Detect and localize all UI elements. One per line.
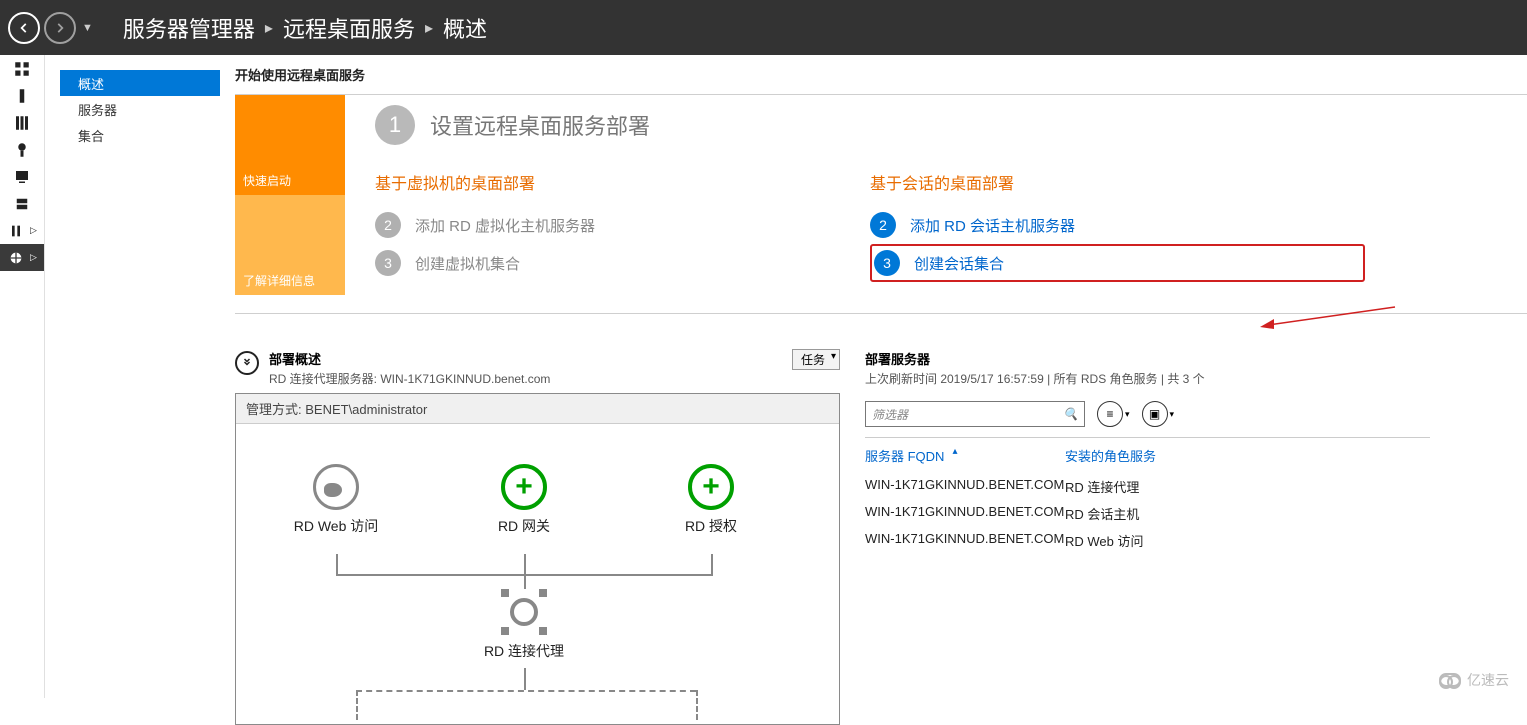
sidenav-overview[interactable]: 概述 [60, 70, 220, 96]
servers-box-title: 部署服务器 [865, 349, 1205, 368]
sidenav-collections[interactable]: 集合 [60, 122, 220, 148]
rail-dashboard-icon[interactable] [0, 55, 44, 82]
table-row[interactable]: WIN-1K71GKINNUD.BENET.COMRD 连接代理 [865, 473, 1430, 500]
tile-learnmore[interactable]: 了解详细信息 [235, 195, 345, 295]
overview-box-title: 部署概述 [269, 349, 550, 368]
filter-placeholder: 筛选器 [872, 406, 908, 423]
rail-nps-icon[interactable]: ▷ [0, 217, 44, 244]
node-rd-web[interactable]: RD Web 访问 [266, 464, 406, 536]
tile-quickstart[interactable]: 快速启动 [235, 95, 345, 195]
rail-all-servers-icon[interactable] [0, 109, 44, 136]
rail-adcs-icon[interactable] [0, 136, 44, 163]
breadcrumb-part1[interactable]: 服务器管理器 [123, 12, 255, 44]
deploy-heading: 设置远程桌面服务部署 [430, 109, 650, 141]
session-deploy-title: 基于会话的桌面部署 [870, 170, 1365, 194]
node-rd-broker[interactable]: RD 连接代理 [454, 589, 594, 661]
col-fqdn[interactable]: 服务器 FQDN [865, 446, 1065, 465]
tasks-dropdown[interactable]: 任务 [792, 349, 840, 370]
side-nav: 概述 服务器 集合 [60, 70, 220, 148]
deployment-overview-box: 部署概述 RD 连接代理服务器: WIN-1K71GKINNUD.benet.c… [235, 349, 840, 725]
table-row[interactable]: WIN-1K71GKINNUD.BENET.COMRD 会话主机 [865, 500, 1430, 527]
main-content: 开始使用远程桌面服务 快速启动 了解详细信息 1 设置远程桌面服务部署 基于虚拟… [235, 65, 1527, 698]
chevron-right-icon: ▸ [425, 18, 433, 38]
titlebar: ▼ 服务器管理器 ▸ 远程桌面服务 ▸ 概述 [0, 0, 1527, 55]
breadcrumb: 服务器管理器 ▸ 远程桌面服务 ▸ 概述 [123, 12, 487, 44]
sidenav-servers[interactable]: 服务器 [60, 96, 220, 122]
plus-icon: + [501, 464, 547, 510]
left-rail: ▷ ▷ [0, 55, 45, 698]
session-step-2[interactable]: 2添加 RD 会话主机服务器 [870, 206, 1365, 244]
session-step-3[interactable]: 3创建会话集合 [870, 244, 1365, 282]
rail-file-icon[interactable] [0, 190, 44, 217]
collapse-icon[interactable] [235, 351, 259, 375]
view-options-icon[interactable]: ≡ [1097, 401, 1123, 427]
nav-dropdown-icon[interactable]: ▼ [82, 22, 93, 34]
watermark-logo-icon [1439, 673, 1461, 687]
step-1-badge: 1 [375, 105, 415, 145]
watermark: 亿速云 [1439, 670, 1509, 690]
rail-rds-icon[interactable]: ▷ [0, 244, 44, 271]
vm-step-2: 2添加 RD 虚拟化主机服务器 [375, 206, 870, 244]
node-rd-gateway[interactable]: +RD 网关 [454, 464, 594, 536]
globe-icon [313, 464, 359, 510]
node-rd-license[interactable]: +RD 授权 [641, 464, 781, 536]
broker-icon [501, 589, 547, 635]
servers-table: 服务器 FQDN 安装的角色服务 WIN-1K71GKINNUD.BENET.C… [865, 437, 1430, 554]
nav-forward-button [44, 12, 76, 44]
getting-started-panel: 快速启动 了解详细信息 1 设置远程桌面服务部署 基于虚拟机的桌面部署 2添加 … [235, 94, 1527, 314]
vm-step-3: 3创建虚拟机集合 [375, 244, 870, 282]
col-role[interactable]: 安装的角色服务 [1065, 446, 1156, 465]
vm-deploy-title: 基于虚拟机的桌面部署 [375, 170, 870, 194]
chevron-right-icon: ▸ [265, 18, 273, 38]
management-label: 管理方式: BENET\administrator [236, 394, 839, 424]
rail-local-server-icon[interactable] [0, 82, 44, 109]
deployment-servers-box: 部署服务器 上次刷新时间 2019/5/17 16:57:59 | 所有 RDS… [865, 349, 1430, 725]
breadcrumb-part3[interactable]: 概述 [443, 12, 487, 44]
breadcrumb-part2[interactable]: 远程桌面服务 [283, 12, 415, 44]
nav-back-button[interactable] [8, 12, 40, 44]
annotation-arrow-icon [1260, 305, 1400, 335]
filter-input[interactable]: 筛选器 🔍 [865, 401, 1085, 427]
getting-started-title: 开始使用远程桌面服务 [235, 65, 1527, 84]
overview-box-subtitle: RD 连接代理服务器: WIN-1K71GKINNUD.benet.com [269, 370, 550, 387]
plus-icon: + [688, 464, 734, 510]
search-icon[interactable]: 🔍 [1063, 407, 1078, 421]
table-row[interactable]: WIN-1K71GKINNUD.BENET.COMRD Web 访问 [865, 527, 1430, 554]
rail-iis-icon[interactable] [0, 163, 44, 190]
servers-box-subtitle: 上次刷新时间 2019/5/17 16:57:59 | 所有 RDS 角色服务 … [865, 370, 1205, 387]
deployment-diagram: RD Web 访问 +RD 网关 +RD 授权 RD 连接代理 [236, 424, 839, 724]
save-query-icon[interactable]: ▣ [1142, 401, 1168, 427]
